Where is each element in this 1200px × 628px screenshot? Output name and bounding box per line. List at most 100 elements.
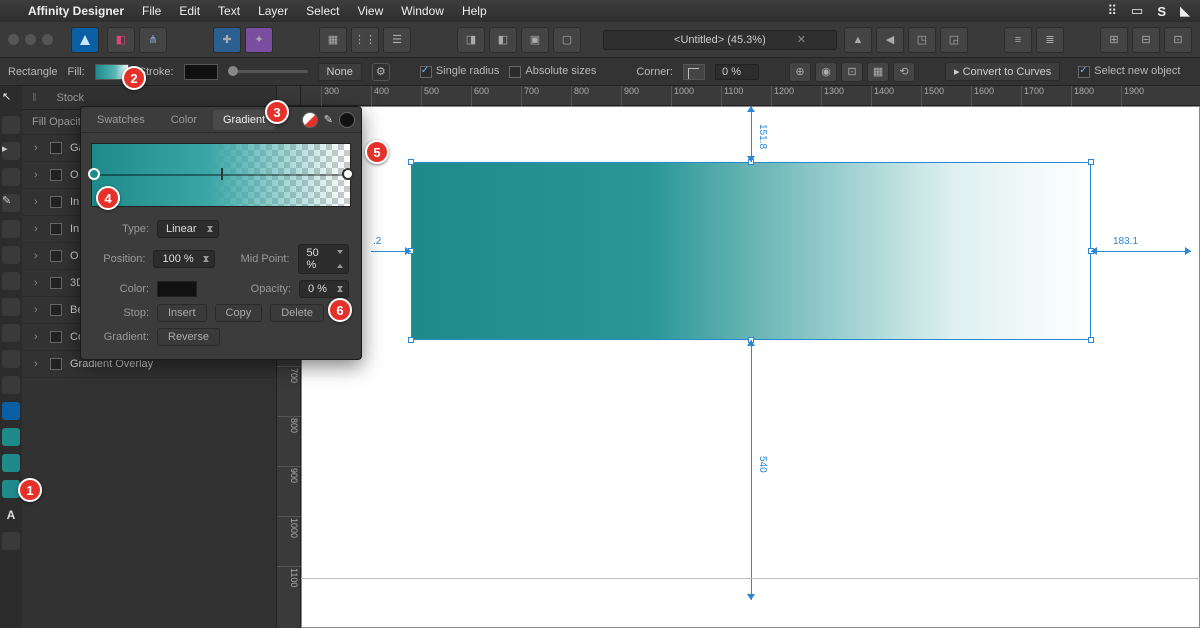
eyedropper-icon[interactable]: ✎: [324, 113, 333, 126]
frame-text-tool-icon[interactable]: [2, 532, 20, 550]
align-center-icon[interactable]: ≣: [1036, 27, 1064, 53]
corner-type-select[interactable]: [683, 64, 705, 80]
gradient-popover: Swatches Color Gradient ✎ Type: Linear P…: [80, 106, 362, 360]
arrange-front-icon[interactable]: ◨: [457, 27, 485, 53]
opacity-input[interactable]: 0 %: [299, 280, 349, 298]
shape1-tool-icon[interactable]: [2, 324, 20, 342]
stroke-width-slider[interactable]: [228, 70, 308, 73]
resize-handle[interactable]: [1088, 159, 1094, 165]
stroke-style-select[interactable]: None: [318, 63, 362, 81]
gradient-stop-start[interactable]: [88, 168, 100, 180]
gradient-type-select[interactable]: Linear: [157, 220, 219, 238]
position-label: Position:: [93, 253, 145, 265]
menu-layer[interactable]: Layer: [258, 4, 288, 18]
corner-value-input[interactable]: 0 %: [715, 64, 759, 80]
ellipse-tool-icon[interactable]: [2, 428, 20, 446]
dropbox-icon[interactable]: ⠿: [1108, 3, 1118, 19]
insert-stop-button[interactable]: Insert: [157, 304, 207, 322]
arrange-backward-icon[interactable]: ▢: [553, 27, 581, 53]
distribute-icon[interactable]: ⊞: [1100, 27, 1128, 53]
dim-arrow: [747, 156, 755, 162]
selected-rectangle[interactable]: [411, 162, 1091, 340]
copy-stop-button[interactable]: Copy: [215, 304, 263, 322]
move-tool-icon[interactable]: ↖: [2, 90, 20, 108]
absolute-sizes-checkbox[interactable]: [509, 66, 521, 78]
gradient-stop-end[interactable]: [342, 168, 354, 180]
rotate-ccw-icon[interactable]: ◲: [940, 27, 968, 53]
spacing-icon[interactable]: ⊟: [1132, 27, 1160, 53]
persona-designer-icon[interactable]: ◧: [107, 27, 135, 53]
gradient-preview[interactable]: [91, 143, 351, 207]
alignment-widget-icon[interactable]: ▦: [867, 62, 889, 82]
callout-5: 5: [365, 140, 389, 164]
delete-stop-button[interactable]: Delete: [270, 304, 324, 322]
menu-text[interactable]: Text: [218, 4, 240, 18]
snap-icon[interactable]: ▦: [319, 27, 347, 53]
reverse-gradient-button[interactable]: Reverse: [157, 328, 220, 346]
menu-edit[interactable]: Edit: [179, 4, 200, 18]
menu-file[interactable]: File: [142, 4, 161, 18]
menu-view[interactable]: View: [357, 4, 383, 18]
select-new-object-checkbox[interactable]: [1078, 66, 1090, 78]
resize-handle[interactable]: [1088, 337, 1094, 343]
grid-icon[interactable]: ⋮⋮: [351, 27, 379, 53]
mac-menubar: Affinity Designer File Edit Text Layer S…: [0, 0, 1200, 22]
resize-handle[interactable]: [408, 337, 414, 343]
stop-color-swatch[interactable]: [157, 281, 197, 297]
flip-h-icon[interactable]: ▲: [844, 27, 872, 53]
context-toolbar: Rectangle Fill: Stroke: None ⚙ Single ra…: [0, 58, 1200, 86]
doc-modified-icon: ✕: [797, 33, 806, 46]
add-layer-icon[interactable]: ✚: [213, 27, 241, 53]
midpoint-input[interactable]: 50 %: [298, 244, 349, 274]
midpoint-label: Mid Point:: [231, 253, 289, 265]
canvas[interactable]: 151.8 540 183.1 .2: [301, 106, 1200, 628]
artboard-tool-icon[interactable]: [2, 116, 20, 134]
app-icon[interactable]: [71, 27, 99, 53]
current-color-icon[interactable]: [339, 112, 355, 128]
flip-v-icon[interactable]: ◀: [876, 27, 904, 53]
text-tool-icon[interactable]: A: [2, 506, 20, 524]
guides-icon[interactable]: ☰: [383, 27, 411, 53]
magic-icon[interactable]: ✦: [245, 27, 273, 53]
rounded-rect-tool-icon[interactable]: [2, 454, 20, 472]
fill-tool-icon[interactable]: [2, 272, 20, 290]
position-input[interactable]: 100 %: [153, 250, 215, 268]
arrange-forward-icon[interactable]: ▣: [521, 27, 549, 53]
rotation-icon[interactable]: ⟲: [893, 62, 915, 82]
corner-tool-icon[interactable]: [2, 168, 20, 186]
transparency-tool-icon[interactable]: [2, 298, 20, 316]
menu-help[interactable]: Help: [462, 4, 487, 18]
menu-window[interactable]: Window: [401, 4, 444, 18]
s-icon[interactable]: S: [1157, 4, 1166, 19]
rotate-cw-icon[interactable]: ◳: [908, 27, 936, 53]
brush-tool-icon[interactable]: [2, 246, 20, 264]
swatches-tab[interactable]: Swatches: [87, 110, 155, 130]
persona-pixel-icon[interactable]: ⋔: [139, 27, 167, 53]
single-radius-checkbox[interactable]: [420, 66, 432, 78]
bookmark-icon[interactable]: ◣: [1180, 3, 1190, 19]
cycle-select-icon[interactable]: ⊡: [841, 62, 863, 82]
pencil-tool-icon[interactable]: [2, 220, 20, 238]
pen-tool-icon[interactable]: ✎: [2, 194, 20, 212]
arrange-back-icon[interactable]: ◧: [489, 27, 517, 53]
convert-to-curves-button[interactable]: ▸ Convert to Curves: [945, 62, 1060, 81]
none-fill-icon[interactable]: [302, 112, 318, 128]
shape2-tool-icon[interactable]: [2, 350, 20, 368]
color-tab[interactable]: Color: [161, 110, 207, 130]
stock-tab[interactable]: Stock: [47, 92, 95, 104]
app-name[interactable]: Affinity Designer: [28, 4, 124, 18]
node-tool-icon[interactable]: ▸: [2, 142, 20, 160]
gradient-midpoint-handle[interactable]: [221, 168, 223, 180]
window-traffic-lights[interactable]: [8, 34, 53, 45]
resize-handle[interactable]: [408, 159, 414, 165]
stroke-settings-icon[interactable]: ⚙: [372, 63, 390, 81]
crop-tool-icon[interactable]: [2, 376, 20, 394]
more-icon[interactable]: ⊡: [1164, 27, 1192, 53]
transform-origin-icon[interactable]: ⊕: [789, 62, 811, 82]
menu-select[interactable]: Select: [306, 4, 339, 18]
display-icon[interactable]: ▭: [1131, 3, 1143, 19]
align-left-icon[interactable]: ≡: [1004, 27, 1032, 53]
stroke-swatch[interactable]: [184, 64, 218, 80]
rectangle-tool-icon[interactable]: [2, 402, 20, 420]
show-selection-icon[interactable]: ◉: [815, 62, 837, 82]
